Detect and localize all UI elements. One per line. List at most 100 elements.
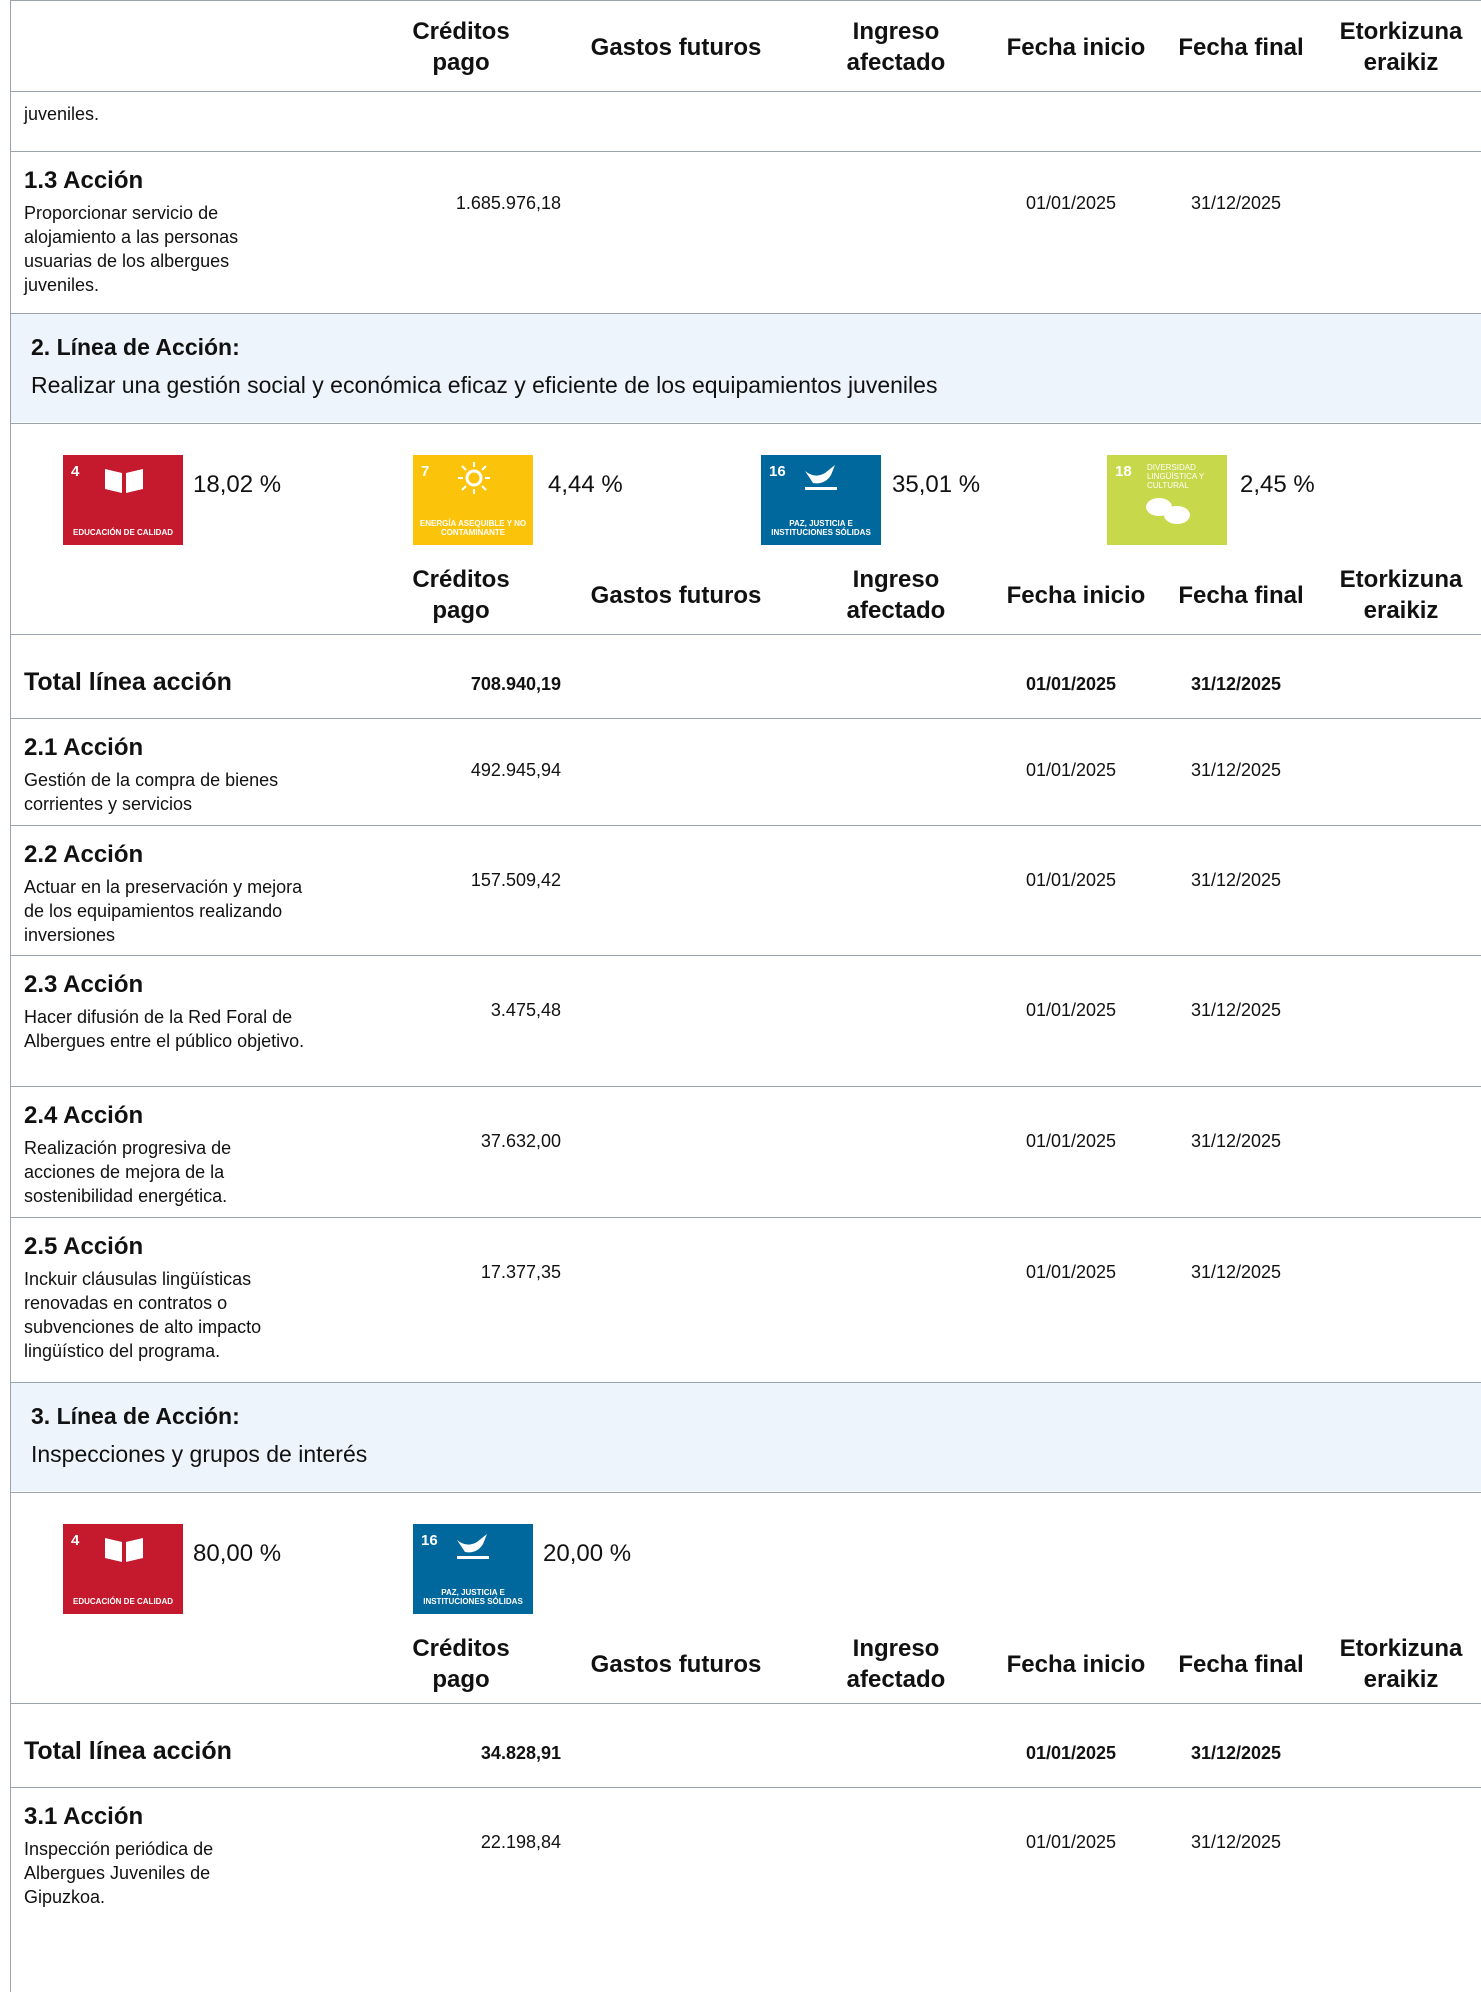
header-gastos: Gastos futuros <box>590 1650 762 1678</box>
book-icon <box>105 1538 143 1562</box>
amount: 3.475,48 <box>490 1000 561 1020</box>
action-row: 2.2 Acción Actuar en la preservación y m… <box>11 825 1481 955</box>
sun-icon <box>458 462 490 494</box>
action-title: 2.4 Acción <box>24 1102 144 1129</box>
document-page: Créditos pago Gastos futuros Ingreso afe… <box>10 0 1481 1992</box>
total-row: Total línea acción 708.940,19 01/01/2025… <box>11 634 1481 718</box>
sdg-percentage: 4,44 % <box>548 471 623 498</box>
sdg-number: 4 <box>71 463 80 480</box>
header-inicio: Fecha inicio <box>1006 1650 1146 1678</box>
amount: 157.509,42 <box>470 870 561 890</box>
sdg-4-badge: 4 EDUCACIÓN DE CALIDAD <box>63 455 183 545</box>
divider <box>11 91 1481 92</box>
total-label: Total línea acción <box>24 1737 232 1765</box>
header-final: Fecha final <box>1178 581 1304 609</box>
amount: 37.632,00 <box>480 1131 561 1151</box>
end-date: 31/12/2025 <box>1190 674 1282 694</box>
action-line-label: 3. Línea de Acción: <box>31 1403 240 1429</box>
header-inicio: Fecha inicio <box>1006 581 1146 609</box>
sdg-16-badge: 16 PAZ, JUSTICIA E INSTITUCIONES SÓLIDAS <box>761 455 881 545</box>
total-amount: 34.828,91 <box>480 1743 561 1763</box>
header-creditos: Créditos pago <box>412 18 510 76</box>
sdg-percentage: 20,00 % <box>543 1540 632 1567</box>
start-date: 01/01/2025 <box>1025 870 1117 890</box>
action-row: 2.5 Acción Inckuir cláusulas lingüística… <box>11 1217 1481 1382</box>
sdg-number: 18 <box>1115 463 1132 480</box>
action-title: 1.3 Acción <box>24 167 144 194</box>
end-date: 31/12/2025 <box>1190 1131 1282 1151</box>
sdg-caption: DIVERSIDAD LINGÜÍSTICA Y CULTURAL <box>1147 463 1205 490</box>
dove-gavel-icon <box>805 465 837 490</box>
header-final: Fecha final <box>1178 1650 1304 1678</box>
action-row: 2.4 Acción Realización progresiva de acc… <box>11 1086 1481 1217</box>
total-amount: 708.940,19 <box>470 674 561 694</box>
header-gastos: Gastos futuros <box>590 581 762 609</box>
start-date: 01/01/2025 <box>1025 1743 1117 1763</box>
action-description: Inckuir cláusulas lingüísticas renovadas… <box>24 1269 262 1361</box>
sdg-caption: EDUCACIÓN DE CALIDAD <box>73 1597 173 1606</box>
sdg-4-badge: 4 EDUCACIÓN DE CALIDAD <box>63 1524 183 1614</box>
action-description: Proporcionar servicio de alojamiento a l… <box>24 203 239 295</box>
sdg-number: 7 <box>421 463 430 480</box>
action-row: 1.3 Acción Proporcionar servicio de aloj… <box>11 151 1481 313</box>
sdg-percentage: 80,00 % <box>193 1540 282 1567</box>
action-title: 2.5 Acción <box>24 1233 144 1260</box>
sdg-caption: EDUCACIÓN DE CALIDAD <box>73 528 173 537</box>
action-description: Inspección periódica de Albergues Juveni… <box>24 1839 214 1907</box>
carry-over-text: juveniles. <box>24 104 100 124</box>
end-date: 31/12/2025 <box>1190 1000 1282 1020</box>
column-header-row: Créditos pago Gastos futuros Ingreso afe… <box>11 1628 1481 1700</box>
column-header-row: Créditos pago Gastos futuros Ingreso afe… <box>11 559 1481 631</box>
start-date: 01/01/2025 <box>1025 193 1117 213</box>
action-description: Actuar en la preservación y mejora de lo… <box>24 877 303 945</box>
sdg-caption: PAZ, JUSTICIA E INSTITUCIONES SÓLIDAS <box>423 1588 523 1606</box>
header-inicio: Fecha inicio <box>1006 33 1146 61</box>
header-etork: Etorkizuna eraikiz <box>1339 18 1463 76</box>
header-creditos: Créditos pago <box>412 566 510 624</box>
end-date: 31/12/2025 <box>1190 1262 1282 1282</box>
start-date: 01/01/2025 <box>1025 1131 1117 1151</box>
speech-bubbles-icon <box>1146 498 1190 524</box>
dove-gavel-icon <box>457 1534 489 1559</box>
end-date: 31/12/2025 <box>1190 870 1282 890</box>
total-label: Total línea acción <box>24 668 232 696</box>
amount: 22.198,84 <box>480 1832 561 1852</box>
header-ingreso: Ingreso afectado <box>846 1635 946 1693</box>
total-row: Total línea acción 34.828,91 01/01/2025 … <box>11 1703 1481 1787</box>
start-date: 01/01/2025 <box>1025 1262 1117 1282</box>
sdg-percentage: 2,45 % <box>1240 471 1315 498</box>
header-ingreso: Ingreso afectado <box>846 566 946 624</box>
start-date: 01/01/2025 <box>1025 674 1117 694</box>
action-description: Hacer difusión de la Red Foral de Alberg… <box>24 1007 305 1051</box>
amount: 17.377,35 <box>480 1262 561 1282</box>
header-creditos: Créditos pago <box>412 1635 510 1693</box>
header-etork: Etorkizuna eraikiz <box>1339 1635 1463 1693</box>
column-header-row: Créditos pago Gastos futuros Ingreso afe… <box>11 11 1481 83</box>
start-date: 01/01/2025 <box>1025 1000 1117 1020</box>
start-date: 01/01/2025 <box>1025 1832 1117 1852</box>
end-date: 31/12/2025 <box>1190 1743 1282 1763</box>
sdg-16-badge: 16 PAZ, JUSTICIA E INSTITUCIONES SÓLIDAS <box>413 1524 533 1614</box>
action-line-label: 2. Línea de Acción: <box>31 334 240 360</box>
action-description: Gestión de la compra de bienes corriente… <box>24 770 279 814</box>
sdg-number: 16 <box>421 1532 438 1549</box>
book-icon <box>105 469 143 493</box>
action-line-text: Realizar una gestión social y económica … <box>31 372 938 398</box>
sdg-percentage: 18,02 % <box>193 471 282 498</box>
amount: 1.685.976,18 <box>455 193 561 213</box>
sdg-caption: ENERGÍA ASEQUIBLE Y NO CONTAMINANTE <box>419 519 527 537</box>
action-row: 2.3 Acción Hacer difusión de la Red Fora… <box>11 955 1481 1086</box>
action-line-banner: 2. Línea de Acción: Realizar una gestión… <box>11 314 1481 422</box>
action-title: 2.1 Acción <box>24 734 144 761</box>
header-final: Fecha final <box>1178 33 1304 61</box>
sdg-7-badge: 7 ENERGÍA ASEQUIBLE Y NO CONTAMINANTE <box>413 455 533 545</box>
amount: 492.945,94 <box>470 760 561 780</box>
divider <box>11 423 1481 424</box>
action-title: 3.1 Acción <box>24 1803 144 1830</box>
action-row: 3.1 Acción Inspección periódica de Alber… <box>11 1787 1481 1927</box>
end-date: 31/12/2025 <box>1190 193 1282 213</box>
action-title: 2.3 Acción <box>24 971 144 998</box>
sdg-number: 16 <box>769 463 786 480</box>
sdg-18-badge: 18 DIVERSIDAD LINGÜÍSTICA Y CULTURAL <box>1107 455 1227 545</box>
header-ingreso: Ingreso afectado <box>846 18 946 76</box>
